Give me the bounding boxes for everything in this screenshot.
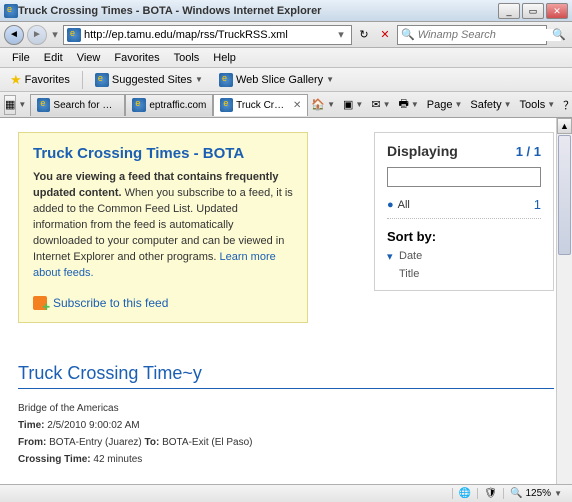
bullet-icon: ● <box>387 199 394 211</box>
entry-location: Bridge of the Americas <box>18 403 554 414</box>
tab-label: eptraffic.com <box>149 100 206 111</box>
feed-sidebar: Displaying 1 / 1 ●All 1 Sort by: Date Ti… <box>374 132 554 291</box>
tab-icon <box>220 98 233 112</box>
status-security[interactable]: 🌐 <box>452 488 477 499</box>
tab-list-button[interactable]: ▦ <box>4 95 16 115</box>
page-menu[interactable]: Page▼ <box>424 97 466 113</box>
suggested-sites-button[interactable]: Suggested Sites ▼ <box>91 71 207 89</box>
search-box[interactable]: 🔍 <box>397 25 547 45</box>
refresh-button[interactable]: ↻ <box>355 26 373 44</box>
tab-bar: ▦ ▼ Search for En... eptraffic.com Truck… <box>0 92 572 118</box>
menu-favorites[interactable]: Favorites <box>108 50 165 66</box>
tab-dropdown-icon[interactable]: ▼ <box>18 100 26 109</box>
sort-title[interactable]: Title <box>387 268 541 280</box>
window-controls: _ ▭ ✕ <box>498 3 568 19</box>
tab-icon <box>132 98 146 112</box>
minimize-button[interactable]: _ <box>498 3 520 19</box>
navigation-bar: ◄ ► ▾ ▾ ↻ ✕ 🔍 🔍 <box>0 22 572 48</box>
displaying-label: Displaying <box>387 143 458 159</box>
scroll-up-button[interactable]: ▲ <box>557 118 572 134</box>
stop-button[interactable]: ✕ <box>376 26 394 44</box>
favorites-button[interactable]: ★ Favorites <box>6 70 74 90</box>
menu-help[interactable]: Help <box>207 50 242 66</box>
subscribe-link[interactable]: Subscribe to this feed <box>53 296 168 310</box>
dropdown-icon: ▼ <box>554 489 562 498</box>
address-bar[interactable]: ▾ <box>63 25 352 45</box>
menu-edit[interactable]: Edit <box>38 50 69 66</box>
ie-icon <box>95 73 109 87</box>
feed-icon <box>33 296 47 310</box>
tab-close-icon[interactable]: ✕ <box>293 100 301 111</box>
feeds-button[interactable]: ▣▼ <box>340 96 366 113</box>
tools-menu[interactable]: Tools▼ <box>517 97 559 113</box>
entry-route: From: BOTA-Entry (Juarez) To: BOTA-Exit … <box>18 437 554 448</box>
url-input[interactable] <box>84 29 334 41</box>
search-go-button[interactable]: 🔍 <box>550 26 568 44</box>
zoom-value: 125% <box>526 488 552 499</box>
search-provider-icon: 🔍 <box>401 28 415 41</box>
filter-all-count: 1 <box>534 197 541 212</box>
entry-title[interactable]: Truck Crossing Time~y <box>18 363 554 389</box>
command-bar: 🏠▼ ▣▼ ✉▼ 🖶▼ Page▼ Safety▼ Tools▼ ？▼ » <box>308 93 572 116</box>
ie-icon <box>4 4 18 18</box>
tab-label: Search for En... <box>53 100 118 111</box>
scroll-thumb[interactable] <box>558 135 571 255</box>
favorites-label: Favorites <box>25 74 70 86</box>
feed-description: You are viewing a feed that contains fre… <box>33 170 293 282</box>
window-title: Truck Crossing Times - BOTA - Windows In… <box>18 5 498 17</box>
print-button[interactable]: 🖶▼ <box>395 93 421 116</box>
mail-button[interactable]: ✉▼ <box>368 96 393 113</box>
suggested-label: Suggested Sites <box>112 74 192 86</box>
tab-eptraffic[interactable]: eptraffic.com <box>125 94 213 116</box>
subscribe-row: Subscribe to this feed <box>33 296 293 310</box>
back-button[interactable]: ◄ <box>4 25 24 45</box>
entry-body: Bridge of the Americas Time: 2/5/2010 9:… <box>18 403 554 465</box>
favorites-bar: ★ Favorites Suggested Sites ▼ Web Slice … <box>0 68 572 92</box>
status-protected-mode[interactable]: 🛡 <box>477 488 503 499</box>
close-button[interactable]: ✕ <box>546 3 568 19</box>
displaying-row: Displaying 1 / 1 <box>387 143 541 159</box>
home-button[interactable]: 🏠▼ <box>308 96 338 113</box>
menu-bar: File Edit View Favorites Tools Help <box>0 48 572 68</box>
feed-info-box: Truck Crossing Times - BOTA You are view… <box>18 132 308 323</box>
filter-all-label: ●All <box>387 199 410 211</box>
nav-dropdown-icon[interactable]: ▾ <box>50 28 60 41</box>
tabs: Search for En... eptraffic.com Truck Cro… <box>30 94 308 116</box>
tab-search[interactable]: Search for En... <box>30 94 125 116</box>
page-content: Truck Crossing Times - BOTA You are view… <box>0 118 572 484</box>
maximize-button[interactable]: ▭ <box>522 3 544 19</box>
filter-all-row[interactable]: ●All 1 <box>387 197 541 219</box>
menu-file[interactable]: File <box>6 50 36 66</box>
safety-menu[interactable]: Safety▼ <box>467 97 514 113</box>
entry-time: Time: 2/5/2010 9:00:02 AM <box>18 420 554 431</box>
search-input[interactable] <box>418 29 561 41</box>
address-dropdown-icon[interactable]: ▾ <box>334 28 348 41</box>
sortby-label: Sort by: <box>387 229 541 244</box>
separator <box>82 71 83 89</box>
status-bar: 🌐 🛡 🔍 125% ▼ <box>0 484 572 502</box>
vertical-scrollbar[interactable]: ▲ <box>556 118 572 484</box>
help-button[interactable]: ？▼ <box>560 95 572 115</box>
zoom-control[interactable]: 🔍 125% ▼ <box>503 488 568 499</box>
tab-truck-crossing[interactable]: Truck Cros... ✕ <box>213 94 308 116</box>
feed-entry: Truck Crossing Time~y Bridge of the Amer… <box>18 323 554 465</box>
tab-icon <box>37 98 50 112</box>
star-icon: ★ <box>10 72 22 88</box>
tab-label: Truck Cros... <box>236 100 288 111</box>
dropdown-icon: ▼ <box>195 75 203 84</box>
webslice-label: Web Slice Gallery <box>236 74 323 86</box>
displaying-count: 1 / 1 <box>516 144 541 159</box>
menu-tools[interactable]: Tools <box>168 50 206 66</box>
web-slice-button[interactable]: Web Slice Gallery ▼ <box>215 71 338 89</box>
page-icon <box>67 28 81 42</box>
sort-date[interactable]: Date <box>387 250 541 262</box>
window-titlebar: Truck Crossing Times - BOTA - Windows In… <box>0 0 572 22</box>
ie-icon <box>219 73 233 87</box>
entry-crossing-time: Crossing Time: 42 minutes <box>18 454 554 465</box>
dropdown-icon: ▼ <box>326 75 334 84</box>
feed-title: Truck Crossing Times - BOTA <box>33 145 293 162</box>
forward-button[interactable]: ► <box>27 25 47 45</box>
menu-view[interactable]: View <box>71 50 107 66</box>
feed-search-input[interactable] <box>387 167 541 187</box>
